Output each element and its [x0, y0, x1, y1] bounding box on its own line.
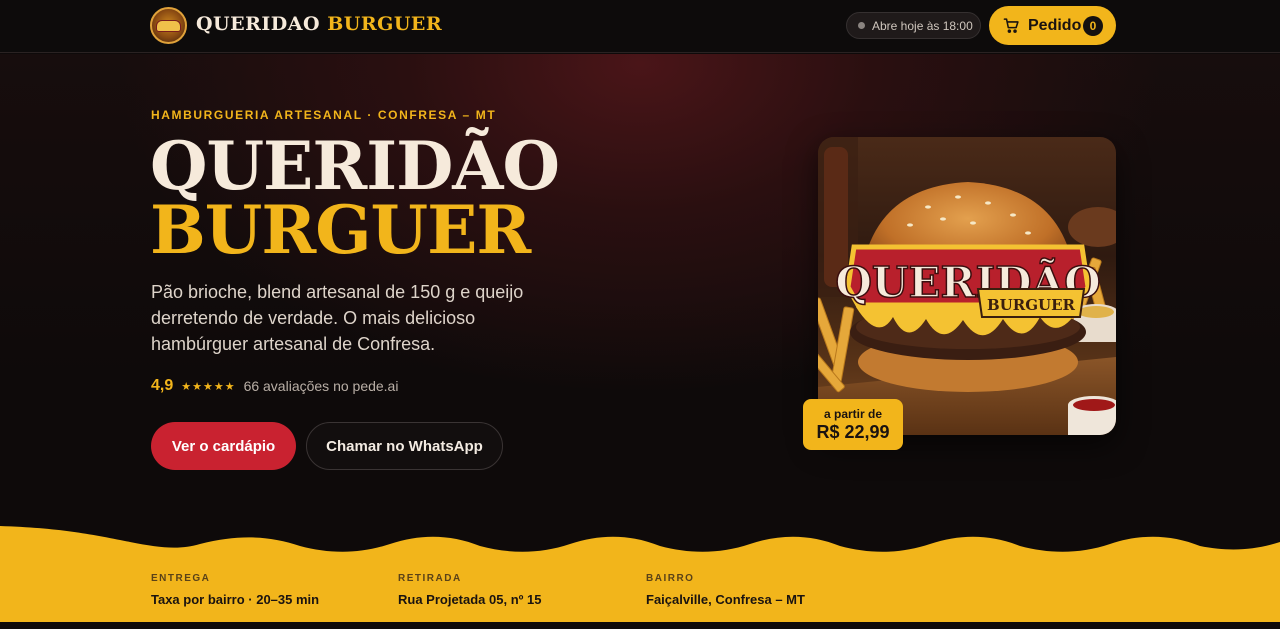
order-button-label: Pedido	[1028, 16, 1082, 34]
info-bar: ENTREGA Taxa por bairro · 20–35 min RETI…	[0, 556, 1280, 622]
burger-label-text-2: BURGUER	[987, 296, 1076, 314]
opening-status-text: Abre hoje às 18:00	[872, 18, 973, 33]
rating-count: 66 avaliações no pede.ai	[243, 378, 399, 394]
info-neighborhood-value: Faiçalville, Confresa – MT	[646, 592, 805, 607]
bottom-strip	[0, 622, 1280, 629]
order-count-badge: 0	[1083, 16, 1103, 36]
logo-icon[interactable]	[150, 7, 187, 44]
info-neighborhood: BAIRRO Faiçalville, Confresa – MT	[646, 573, 805, 607]
info-delivery-label: ENTREGA	[151, 573, 211, 584]
opening-status-badge: Abre hoje às 18:00	[846, 12, 981, 39]
order-button[interactable]: Pedido 0	[989, 6, 1116, 45]
price-value: R$ 22,99	[816, 421, 890, 442]
whatsapp-button[interactable]: Chamar no WhatsApp	[306, 422, 503, 470]
hero-kicker: HAMBURGUERIA ARTESANAL · CONFRESA – MT	[151, 108, 497, 122]
info-pickup: RETIRADA Rua Projetada 05, nº 15	[398, 573, 541, 607]
price-from-label: a partir de	[823, 406, 883, 421]
rating-stars-icon: ★★★★★	[181, 380, 236, 393]
rating: 4,9 ★★★★★ 66 avaliações no pede.ai	[151, 377, 398, 395]
cart-icon	[1003, 18, 1019, 33]
site-header: QUERIDAO BURGUER Abre hoje às 18:00 Pedi…	[0, 0, 1280, 53]
price-tag: a partir de R$ 22,99	[803, 399, 903, 450]
info-delivery-value: Taxa por bairro · 20–35 min	[151, 592, 320, 607]
brand-name[interactable]: QUERIDAO BURGUER	[196, 13, 442, 35]
brand-word-1: QUERIDAO	[196, 13, 321, 35]
hero-title-line-2: BURGUER	[150, 191, 531, 269]
info-delivery: ENTREGA Taxa por bairro · 20–35 min	[151, 573, 319, 607]
view-menu-button[interactable]: Ver o cardápio	[151, 422, 296, 470]
brand-word-2: BURGUER	[327, 13, 443, 35]
hero-description: Pão brioche, blend artesanal de 150 g e …	[151, 282, 524, 354]
info-neighborhood-label: BAIRRO	[646, 573, 695, 584]
hero-title-line-1: QUERIDÃO	[150, 127, 560, 205]
status-dot-icon	[858, 22, 865, 29]
info-pickup-value: Rua Projetada 05, nº 15	[398, 592, 542, 607]
info-pickup-label: RETIRADA	[398, 573, 462, 584]
burger-photo: QUERIDÃO BURGUER	[818, 137, 1116, 435]
cheese-drip-divider	[0, 520, 1280, 556]
rating-value: 4,9	[151, 377, 174, 394]
